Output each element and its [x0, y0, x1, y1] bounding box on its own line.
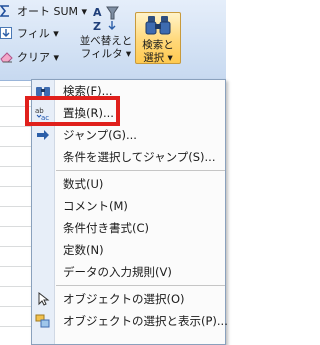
- menu-item-label: 条件を選択してジャンプ(S)...: [63, 150, 216, 164]
- menu-item-comments[interactable]: コメント(M): [32, 195, 225, 217]
- binoculars-icon: [145, 14, 171, 39]
- menu-separator: [56, 285, 225, 286]
- sigma-icon: [0, 5, 14, 17]
- find-select-label-2: 選択 ▾: [143, 52, 173, 64]
- find-select-button[interactable]: 検索と 選択 ▾: [135, 12, 181, 64]
- find-select-label-1: 検索と: [142, 39, 174, 51]
- svg-text:A: A: [93, 6, 102, 19]
- menu-item-label: オブジェクトの選択と表示(P)...: [63, 314, 228, 328]
- sort-filter-label-2: フィルタ ▾: [80, 48, 132, 60]
- menu-item-constants[interactable]: 定数(N): [32, 239, 225, 261]
- menu-item-label: コメント(M): [63, 199, 128, 213]
- menu-item-conditional-formatting[interactable]: 条件付き書式(C): [32, 217, 225, 239]
- sort-filter-button[interactable]: A Z 並べ替えと フィルタ ▾: [78, 2, 134, 60]
- menu-item-label: 数式(U): [63, 177, 104, 191]
- sort-az-icon: A Z: [91, 4, 121, 35]
- autosum-button[interactable]: オート SUM ▾: [0, 2, 87, 20]
- menu-item-label: 条件付き書式(C): [63, 221, 150, 235]
- fill-label: フィル ▾: [17, 27, 59, 40]
- menu-item-formulas[interactable]: 数式(U): [32, 173, 225, 195]
- menu-item-goto[interactable]: ジャンプ(G)...: [32, 124, 225, 146]
- menu-item-selection-pane[interactable]: オブジェクトの選択と表示(P)...: [32, 310, 228, 332]
- menu-item-select-objects[interactable]: オブジェクトの選択(O): [32, 288, 225, 310]
- menu-item-goto-special[interactable]: 条件を選択してジャンプ(S)...: [32, 146, 225, 168]
- menu-separator: [56, 170, 225, 171]
- clear-button[interactable]: クリア ▾: [0, 48, 59, 66]
- arrow-right-icon: [35, 127, 51, 143]
- menu-item-data-validation[interactable]: データの入力規則(V): [32, 261, 225, 283]
- ribbon: オート SUM ▾ フィル ▾ クリア ▾ A Z 並べ替えと フィルタ ▾ 検…: [0, 0, 226, 81]
- menu-item-label: データの入力規則(V): [63, 265, 172, 279]
- clear-label: クリア ▾: [17, 51, 60, 64]
- select-objects-icon: [35, 291, 51, 307]
- eraser-icon: [0, 51, 14, 63]
- fill-down-icon: [0, 27, 14, 39]
- menu-item-label: 定数(N): [63, 243, 104, 257]
- sort-filter-label-1: 並べ替えと: [79, 35, 133, 47]
- svg-text:Z: Z: [93, 20, 101, 32]
- highlight-box: [25, 96, 120, 126]
- menu-item-label: オブジェクトの選択(O): [63, 292, 185, 306]
- autosum-label: オート SUM ▾: [17, 5, 88, 18]
- selection-pane-icon: [35, 313, 51, 329]
- fill-button[interactable]: フィル ▾: [0, 24, 59, 42]
- menu-item-label: ジャンプ(G)...: [63, 128, 137, 142]
